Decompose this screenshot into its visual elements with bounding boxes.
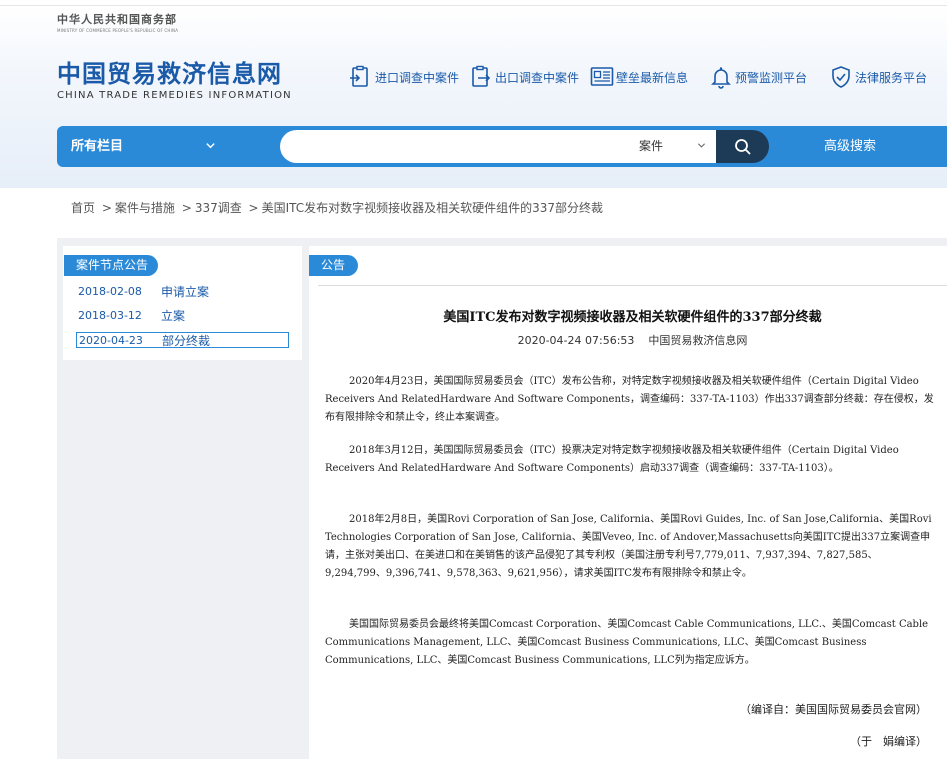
search-icon — [734, 138, 751, 155]
breadcrumb-separator: > — [101, 201, 112, 215]
article-tag: 公告 — [309, 255, 358, 276]
export-case-icon — [472, 65, 491, 87]
article-editor: （于 娟编译） — [850, 735, 927, 748]
article-paragraph: 2018年3月12日，美国国际贸易委员会（ITC）投票决定对特定数字视频接收器及… — [325, 445, 899, 474]
breadcrumb-current: 美国ITC发布对数字视频接收器及相关软硬件组件的337部分终裁 — [261, 201, 604, 215]
article-datetime: 2020-04-24 07:56:53 — [517, 334, 635, 347]
topnav-label: 法律服务平台 — [855, 70, 928, 85]
topnav-warning-platform[interactable]: 预警监测平台 — [709, 63, 807, 91]
topnav-import-cases[interactable]: 进口调查中案件 — [349, 63, 459, 91]
topnav-label: 壁垒最新信息 — [616, 70, 689, 85]
breadcrumb-337[interactable]: 337调查 — [195, 201, 242, 215]
article-title: 美国ITC发布对数字视频接收器及相关软硬件组件的337部分终裁 — [443, 310, 822, 325]
shield-check-icon — [832, 66, 850, 88]
search-button[interactable] — [716, 130, 769, 163]
site-logo[interactable]: 中国贸易救济信息网 CHINA TRADE REMEDIES INFORMATI… — [57, 60, 292, 101]
breadcrumb-cases[interactable]: 案件与措施 — [115, 201, 175, 215]
article-paragraph: 美国国际贸易委员会最终将美国Comcast Corporation、美国Comc… — [325, 619, 929, 666]
sidebar-item-date: 2018-02-08 — [78, 285, 142, 298]
site-subtitle: CHINA TRADE REMEDIES INFORMATION — [57, 90, 292, 101]
breadcrumb: 首页 > 案件与措施 >337调查 > 美国ITC发布对数字视频接收器及相关软硬件组… — [71, 199, 603, 216]
sidebar-item-label: 部分终裁 — [162, 334, 211, 348]
topnav-label: 进口调查中案件 — [375, 70, 460, 85]
sidebar-item-label: 申请立案 — [161, 285, 210, 299]
article-compiled-from: （编译自：美国国际贸易委员会官网） — [740, 703, 927, 716]
ministry-name: 中华人民共和国商务部 — [57, 13, 177, 26]
import-case-icon — [350, 65, 368, 87]
bell-icon — [711, 67, 731, 89]
topnav-label: 预警监测平台 — [735, 70, 808, 85]
sidebar-item-partial-final[interactable]: 2020-04-23 部分终裁 — [76, 332, 289, 348]
breadcrumb-home[interactable]: 首页 — [71, 201, 95, 215]
search-type-select[interactable]: 案件 — [639, 130, 663, 163]
sidebar-item-label: 立案 — [161, 309, 186, 323]
barrier-news-icon — [590, 67, 614, 86]
category-select[interactable]: 所有栏目 — [71, 126, 123, 167]
chevron-down-icon[interactable] — [205, 140, 216, 151]
breadcrumb-separator: > — [181, 201, 192, 215]
topnav-label: 出口调查中案件 — [495, 70, 580, 85]
article-paragraph: 2018年2月8日，美国Rovi Corporation of San Jose… — [325, 514, 932, 579]
breadcrumb-separator: > — [248, 201, 259, 215]
article-meta: 2020-04-24 07:56:53 中国贸易救济信息网 — [318, 332, 947, 348]
topnav-export-cases[interactable]: 出口调查中案件 — [469, 63, 579, 91]
sidebar-item-date: 2020-04-23 — [79, 334, 143, 347]
divider — [318, 285, 947, 286]
sidebar-tag: 案件节点公告 — [64, 255, 158, 276]
sidebar-item-filing[interactable]: 2018-03-12 立案 — [76, 308, 289, 324]
article-source: 中国贸易救济信息网 — [648, 334, 748, 347]
sidebar-item-date: 2018-03-12 — [78, 309, 142, 322]
ministry-name-en: MINISTRY OF COMMERCE PEOPLE'S REPUBLIC O… — [57, 28, 179, 33]
sidebar-item-application[interactable]: 2018-02-08 申请立案 — [76, 284, 289, 300]
advanced-search-link[interactable]: 高级搜索 — [824, 126, 876, 167]
search-bar: 所有栏目 案件 高级搜索 — [57, 126, 947, 167]
article-paragraph: 2020年4月23日，美国国际贸易委员会（ITC）发布公告称，对特定数字视频接收… — [325, 376, 934, 423]
chevron-down-icon[interactable] — [697, 141, 706, 150]
site-title: 中国贸易救济信息网 — [57, 60, 282, 88]
topnav-barrier-news[interactable]: 壁垒最新信息 — [590, 63, 688, 91]
topnav-legal-platform[interactable]: 法律服务平台 — [829, 63, 927, 91]
ministry-logo[interactable]: 中华人民共和国商务部 MINISTRY OF COMMERCE PEOPLE'S… — [57, 11, 178, 33]
